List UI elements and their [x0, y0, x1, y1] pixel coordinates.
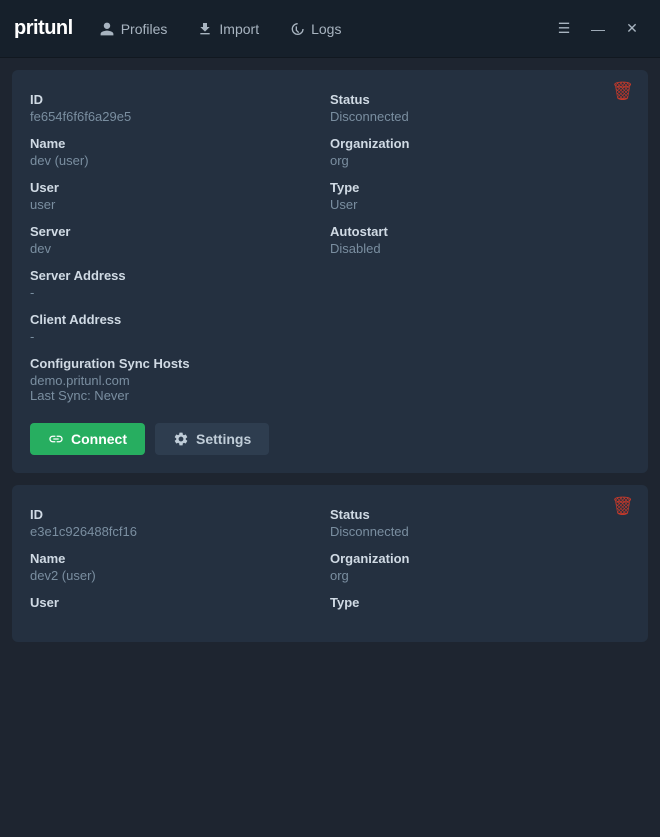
field-status-1: Status Disconnected — [330, 86, 630, 130]
delete-profile-1-button[interactable]: 🗑 — [611, 82, 634, 100]
trash-icon-2: 🗑 — [611, 496, 634, 516]
field-server-address-label-1: Server Address — [30, 268, 330, 283]
nav-logs-button[interactable]: Logs — [277, 15, 353, 43]
history-icon — [289, 21, 305, 37]
field-org-value-1: org — [330, 153, 630, 168]
nav-profiles-button[interactable]: Profiles — [87, 15, 180, 43]
settings-icon — [173, 431, 189, 447]
field-org-1: Organization org — [330, 130, 630, 174]
field-placeholder-1b — [330, 306, 630, 350]
field-placeholder-1 — [330, 262, 630, 306]
field-type-label-2: Type — [330, 595, 630, 610]
logo-text: pritunl — [14, 17, 73, 40]
field-status-label-2: Status — [330, 507, 630, 522]
field-client-address-value-1: - — [30, 329, 330, 344]
field-sync-hosts-1: Configuration Sync Hosts demo.pritunl.co… — [30, 350, 630, 409]
field-sync-hosts-value-1: demo.pritunl.com — [30, 373, 630, 388]
field-last-sync-1: Last Sync: Never — [30, 388, 630, 403]
field-client-address-label-1: Client Address — [30, 312, 330, 327]
nav-profiles-label: Profiles — [121, 21, 168, 37]
menu-icon: ☰ — [558, 20, 571, 37]
field-type-value-1: User — [330, 197, 630, 212]
field-org-label-1: Organization — [330, 136, 630, 151]
field-org-2: Organization org — [330, 545, 630, 589]
profile-card-2: 🗑 ID e3e1c926488fcf16 Status Disconnecte… — [12, 485, 648, 642]
field-server-1: Server dev — [30, 218, 330, 262]
minimize-icon: — — [591, 21, 605, 37]
minimize-button[interactable]: — — [584, 15, 612, 43]
close-button[interactable]: ✕ — [618, 15, 646, 43]
link-icon — [48, 431, 64, 447]
field-user-value-1: user — [30, 197, 330, 212]
field-user-1: User user — [30, 174, 330, 218]
field-sync-hosts-label-1: Configuration Sync Hosts — [30, 356, 630, 371]
profile-card-1: 🗑 ID fe654f6f6f6a29e5 Status Disconnecte… — [12, 70, 648, 473]
field-name-value-1: dev (user) — [30, 153, 330, 168]
field-name-2: Name dev2 (user) — [30, 545, 330, 589]
field-type-label-1: Type — [330, 180, 630, 195]
field-id-value-2: e3e1c926488fcf16 — [30, 524, 330, 539]
field-id-label-2: ID — [30, 507, 330, 522]
field-status-value-2: Disconnected — [330, 524, 630, 539]
connect-profile-1-button[interactable]: Connect — [30, 423, 145, 455]
settings-profile-1-button[interactable]: Settings — [155, 423, 269, 455]
field-server-value-1: dev — [30, 241, 330, 256]
field-user-2: User — [30, 589, 330, 618]
field-server-label-1: Server — [30, 224, 330, 239]
delete-profile-2-button[interactable]: 🗑 — [611, 497, 634, 515]
field-name-label-2: Name — [30, 551, 330, 566]
field-id-value-1: fe654f6f6f6a29e5 — [30, 109, 330, 124]
settings-1-label: Settings — [196, 431, 251, 447]
field-autostart-1: Autostart Disabled — [330, 218, 630, 262]
trash-icon: 🗑 — [611, 81, 634, 101]
nav-import-label: Import — [219, 21, 259, 37]
nav-logs-label: Logs — [311, 21, 341, 37]
field-id-label-1: ID — [30, 92, 330, 107]
close-icon: ✕ — [626, 20, 638, 37]
field-name-value-2: dev2 (user) — [30, 568, 330, 583]
field-status-value-1: Disconnected — [330, 109, 630, 124]
user-icon — [99, 21, 115, 37]
field-id-2: ID e3e1c926488fcf16 — [30, 501, 330, 545]
profile-list: 🗑 ID fe654f6f6f6a29e5 Status Disconnecte… — [0, 58, 660, 837]
field-org-value-2: org — [330, 568, 630, 583]
field-client-address-1: Client Address - — [30, 306, 330, 350]
field-user-label-1: User — [30, 180, 330, 195]
titlebar: pritunl Profiles Import Logs ☰ — ✕ — [0, 0, 660, 58]
nav-import-button[interactable]: Import — [185, 15, 271, 43]
field-server-address-value-1: - — [30, 285, 330, 300]
menu-button[interactable]: ☰ — [550, 15, 578, 43]
field-autostart-label-1: Autostart — [330, 224, 630, 239]
download-icon — [197, 21, 213, 37]
field-user-label-2: User — [30, 595, 330, 610]
field-status-label-1: Status — [330, 92, 630, 107]
field-name-1: Name dev (user) — [30, 130, 330, 174]
card-1-actions: Connect Settings — [30, 423, 630, 455]
field-server-address-1: Server Address - — [30, 262, 330, 306]
field-type-1: Type User — [330, 174, 630, 218]
connect-1-label: Connect — [71, 431, 127, 447]
field-id-1: ID fe654f6f6f6a29e5 — [30, 86, 330, 130]
field-type-2: Type — [330, 589, 630, 618]
logo: pritunl — [14, 17, 73, 40]
field-name-label-1: Name — [30, 136, 330, 151]
field-autostart-value-1: Disabled — [330, 241, 630, 256]
field-status-2: Status Disconnected — [330, 501, 630, 545]
field-org-label-2: Organization — [330, 551, 630, 566]
